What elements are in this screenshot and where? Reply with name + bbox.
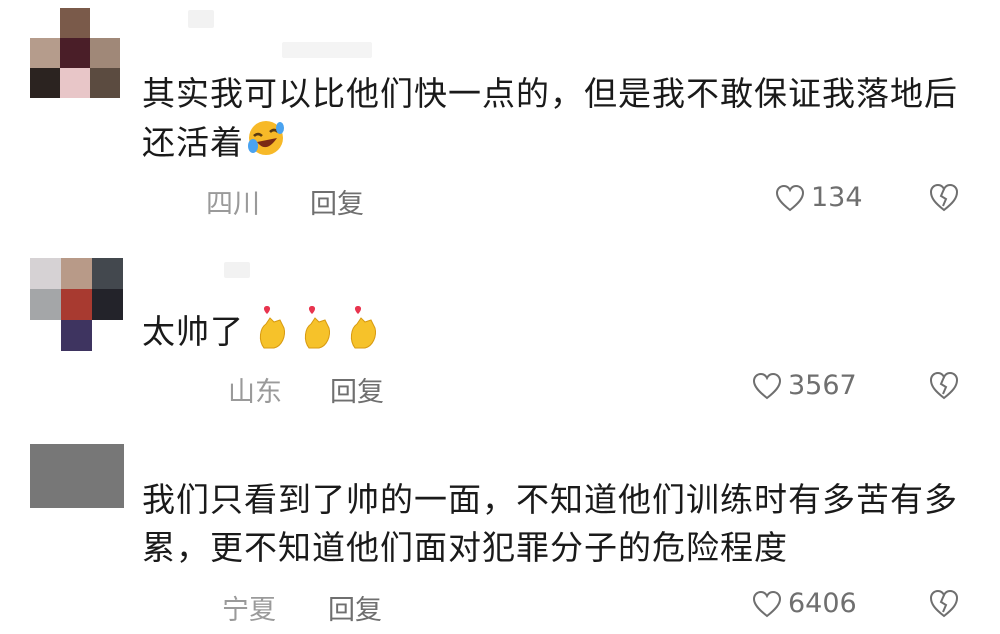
broken-heart-icon[interactable] bbox=[928, 370, 960, 400]
comment-text: 我们只看到了帅的一面，不知道他们训练时有多苦有多累，更不知道他们面对犯罪分子的危… bbox=[142, 480, 958, 567]
comment-text: 太帅了 bbox=[142, 304, 962, 363]
location-label: 四川 bbox=[206, 189, 260, 220]
username-blur bbox=[282, 42, 372, 58]
like-button[interactable]: 3567 bbox=[752, 370, 857, 401]
like-count: 3567 bbox=[788, 370, 857, 401]
broken-heart-icon[interactable] bbox=[928, 588, 960, 618]
reply-button[interactable]: 回复 bbox=[328, 588, 382, 627]
rofl-emoji bbox=[244, 118, 288, 171]
username-blur bbox=[224, 262, 250, 278]
comment-text: 其实我可以比他们快一点的，但是我不敢保证我落地后还活着 bbox=[142, 70, 962, 171]
reply-button[interactable]: 回复 bbox=[330, 370, 384, 409]
avatar[interactable] bbox=[30, 444, 124, 508]
heart-hands-emoji bbox=[347, 304, 381, 363]
location-label: 山东 bbox=[228, 377, 282, 408]
avatar[interactable] bbox=[30, 8, 120, 98]
heart-hands-emoji bbox=[301, 304, 335, 363]
like-button[interactable]: 134 bbox=[775, 182, 863, 213]
heart-icon bbox=[752, 590, 782, 617]
broken-heart-icon[interactable] bbox=[928, 182, 960, 212]
comment-meta: 宁夏 回复 6406 bbox=[0, 586, 1000, 626]
like-button[interactable]: 6406 bbox=[752, 588, 857, 619]
heart-icon bbox=[775, 184, 805, 211]
heart-icon bbox=[752, 372, 782, 399]
like-count: 6406 bbox=[788, 588, 857, 619]
location-label: 宁夏 bbox=[222, 595, 276, 626]
avatar[interactable] bbox=[30, 258, 123, 351]
like-count: 134 bbox=[811, 182, 863, 213]
comment-meta: 山东 回复 3567 bbox=[0, 368, 1000, 408]
username-blur bbox=[188, 10, 214, 28]
comment-meta: 四川 回复 134 bbox=[0, 180, 1000, 220]
reply-button[interactable]: 回复 bbox=[310, 182, 364, 221]
heart-hands-emoji bbox=[256, 304, 290, 363]
